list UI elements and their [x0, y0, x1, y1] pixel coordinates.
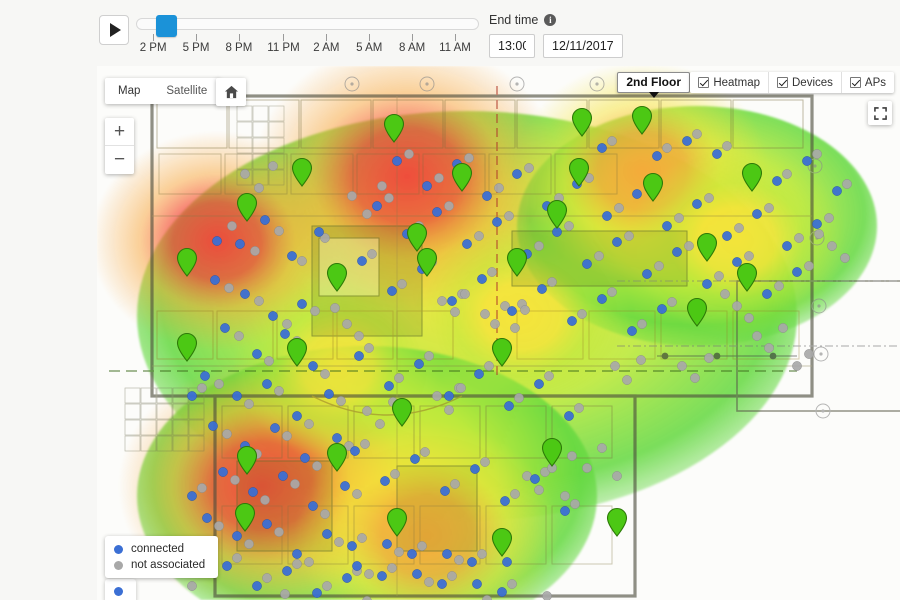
end-time-label: End time — [489, 13, 539, 27]
home-button[interactable] — [216, 78, 246, 106]
time-tick-mark — [326, 34, 328, 41]
time-tick-label: 2 AM — [313, 42, 340, 54]
time-tick-mark — [283, 34, 285, 41]
checkbox-icon[interactable] — [849, 77, 861, 88]
timeline-toolbar: 2 PM 5 PM 8 PM 11 PM 2 AM 5 AM 8 AM 11 AM End t… — [0, 0, 900, 66]
legend-row — [114, 583, 123, 599]
time-tick-label: 2 PM — [139, 42, 167, 54]
map-type-control[interactable]: Map Satellite — [105, 78, 221, 104]
map-type-map-button[interactable]: Map — [105, 78, 153, 104]
time-tick-label: 8 PM — [225, 42, 253, 54]
end-time-fields — [489, 34, 623, 58]
info-icon[interactable]: i — [544, 14, 557, 26]
play-button[interactable] — [99, 15, 129, 45]
checkbox-icon[interactable] — [777, 77, 788, 88]
time-slider[interactable]: 2 PM 5 PM 8 PM 11 PM 2 AM 5 AM 8 AM 11 AM — [136, 15, 479, 59]
time-tick-mark — [238, 34, 240, 41]
end-time-label-row: End time i — [489, 12, 623, 28]
layer-toggle-devices[interactable]: Devices — [769, 72, 842, 93]
legend-label: connected — [131, 543, 185, 555]
end-time-group: End time i — [489, 12, 623, 58]
time-tick-mark — [454, 34, 456, 41]
heatmap-application: 2 PM 5 PM 8 PM 11 PM 2 AM 5 AM 8 AM 11 AM End t… — [0, 0, 900, 600]
time-slider-track[interactable] — [136, 18, 479, 30]
play-icon — [110, 23, 121, 37]
legend-row: connected — [114, 541, 205, 557]
fullscreen-icon — [873, 106, 887, 120]
checkbox-icon[interactable] — [698, 77, 710, 88]
time-tick-label: 11 PM — [267, 42, 300, 54]
zoom-control[interactable]: + − — [105, 118, 134, 174]
time-tick-mark — [196, 34, 198, 41]
time-tick-mark — [369, 34, 371, 41]
map-type-satellite-button[interactable]: Satellite — [153, 78, 220, 104]
floor-selector[interactable]: 2nd Floor — [617, 72, 690, 98]
time-tick-label: 5 PM — [182, 42, 210, 54]
legend-dot — [114, 586, 123, 596]
chevron-down-icon — [648, 92, 659, 98]
end-time-date-input[interactable] — [543, 34, 623, 58]
legend-dot — [114, 544, 123, 554]
time-tick-label: 11 AM — [439, 42, 471, 54]
fullscreen-button[interactable] — [868, 101, 892, 125]
time-tick-label: 5 AM — [356, 42, 383, 54]
time-slider-tick-marks — [136, 34, 479, 42]
layer-toggle-label: APs — [864, 76, 886, 89]
layer-toggle-heatmap[interactable]: Heatmap — [690, 72, 769, 93]
layer-toggle-label: Heatmap — [713, 76, 760, 89]
time-tick-mark — [153, 34, 155, 41]
time-slider-tick-labels: 2 PM 5 PM 8 PM 11 PM 2 AM 5 AM 8 AM 11 AM — [136, 42, 479, 58]
legend-overflow-peek — [105, 579, 136, 600]
zoom-in-button[interactable]: + — [105, 118, 134, 146]
floor-map-canvas[interactable]: Map Satellite + − 2nd Floor Heatmap Devic… — [97, 66, 900, 600]
legend-label: not associated — [131, 559, 206, 571]
home-icon — [224, 85, 238, 99]
floor-selector-label: 2nd Floor — [626, 75, 681, 89]
layer-toggle-label: Devices — [792, 76, 833, 89]
end-time-time-input[interactable] — [489, 34, 535, 58]
zoom-out-button[interactable]: − — [105, 146, 134, 174]
layer-toggle-group[interactable]: Heatmap Devices APs — [690, 72, 894, 93]
time-tick-mark — [412, 34, 414, 41]
legend-row: not associated — [114, 557, 205, 573]
access-point-pins-layer — [176, 105, 763, 557]
map-legend: connected not associated — [105, 536, 219, 578]
layer-toggle-aps[interactable]: APs — [842, 72, 894, 93]
time-tick-label: 8 AM — [399, 42, 426, 54]
legend-dot — [114, 560, 123, 570]
